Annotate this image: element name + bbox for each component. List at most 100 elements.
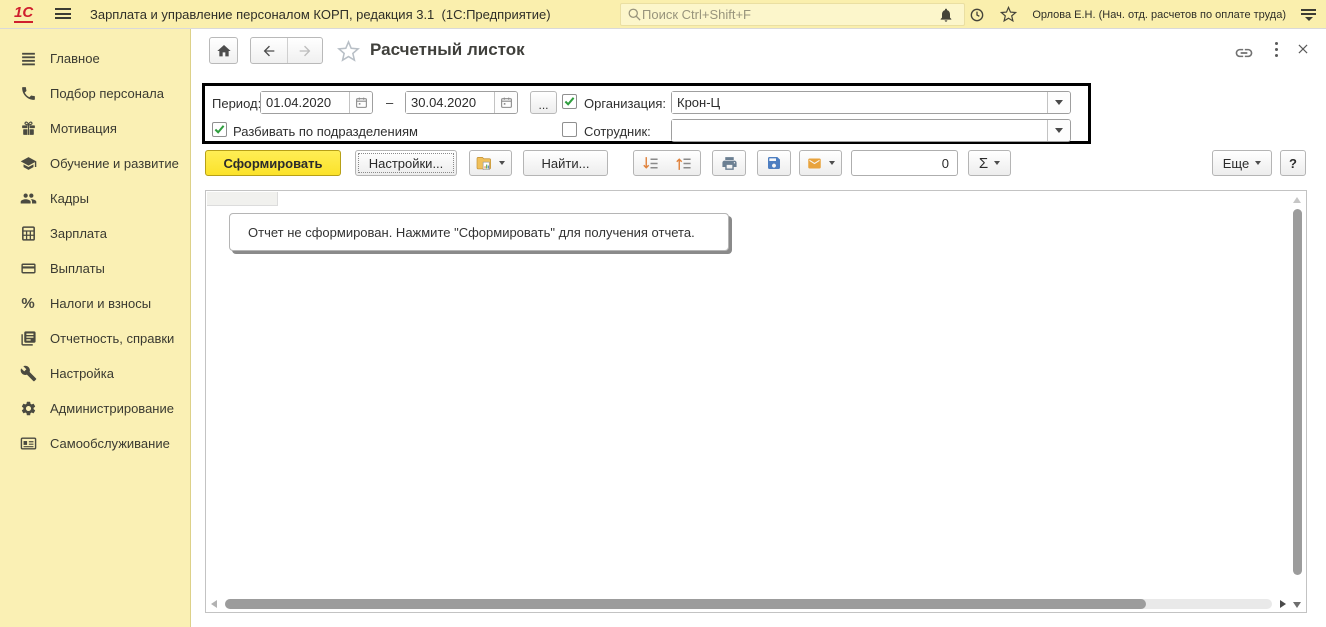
split-by-departments-checkbox[interactable] (212, 122, 227, 137)
horizontal-scrollbar[interactable] (209, 598, 1288, 610)
employee-combobox (671, 119, 1071, 142)
vertical-scrollbar[interactable] (1291, 193, 1304, 610)
bell-icon[interactable] (938, 7, 954, 23)
generate-button[interactable]: Сформировать (205, 150, 341, 176)
chevron-down-icon[interactable] (1047, 92, 1070, 113)
sidebar-item-obuchenie[interactable]: Обучение и развитие (0, 146, 190, 181)
period-to-input[interactable] (406, 92, 494, 113)
save-button[interactable] (757, 150, 791, 176)
favorites-star-icon[interactable] (1000, 6, 1017, 23)
star-outline-icon[interactable] (337, 40, 360, 63)
scroll-left-arrow-icon[interactable] (211, 600, 217, 608)
choose-period-button[interactable]: ... (530, 91, 557, 114)
horizontal-scroll-thumb[interactable] (225, 599, 1146, 609)
employee-checkbox[interactable] (562, 122, 577, 137)
more-button-label: Еще (1223, 156, 1249, 171)
expand-levels-icon (675, 155, 692, 172)
sidebar-item-glavnoe[interactable]: Главное (0, 41, 190, 76)
sidebar-item-otchetnost[interactable]: Отчетность, справки (0, 321, 190, 356)
people-icon (18, 190, 38, 207)
help-button[interactable]: ? (1280, 150, 1306, 176)
employee-input[interactable] (672, 120, 1047, 141)
range-dash: – (386, 95, 393, 110)
vertical-scroll-thumb[interactable] (1293, 209, 1302, 575)
sidebar-item-zarplata[interactable]: Зарплата (0, 216, 190, 251)
percent-icon: % (18, 295, 38, 312)
global-search[interactable] (620, 3, 965, 26)
sidebar-item-administrirovanie[interactable]: Администрирование (0, 391, 190, 426)
link-icon[interactable] (1234, 43, 1254, 63)
scroll-down-arrow-icon[interactable] (1293, 602, 1301, 608)
main-menu-icon[interactable] (55, 8, 71, 21)
collapse-levels-button[interactable] (633, 150, 668, 176)
forward-button[interactable] (287, 38, 323, 63)
phone-icon (18, 85, 38, 102)
row-counter-input[interactable] (852, 151, 957, 175)
sidebar-item-kadry[interactable]: Кадры (0, 181, 190, 216)
chevron-down-icon (994, 161, 1000, 165)
graduation-cap-icon (18, 155, 38, 172)
chevron-down-icon (829, 161, 835, 165)
sidebar-item-label: Настройка (50, 366, 114, 381)
organization-input[interactable] (672, 92, 1047, 113)
chevron-down-icon[interactable] (1047, 120, 1070, 141)
settings-button[interactable]: Настройки... (355, 150, 457, 176)
sidebar-item-motivatsiya[interactable]: Мотивация (0, 111, 190, 146)
documents-icon (18, 330, 38, 347)
period-from-input[interactable] (261, 92, 349, 113)
calendar-icon[interactable] (349, 92, 372, 113)
sidebar-item-nastroyka[interactable]: Настройка (0, 356, 190, 391)
organization-checkbox[interactable] (562, 94, 577, 109)
forward-arrow-icon (297, 43, 313, 59)
scroll-right-arrow-icon[interactable] (1280, 600, 1286, 608)
sidebar-item-podbor-personala[interactable]: Подбор персонала (0, 76, 190, 111)
sidebar-item-nalogi[interactable]: % Налоги и взносы (0, 286, 190, 321)
sigma-icon: Σ (979, 155, 988, 172)
sum-button[interactable]: Σ (968, 150, 1011, 176)
collapse-levels-icon (642, 155, 659, 172)
expand-levels-button[interactable] (667, 150, 701, 176)
sidebar-item-label: Обучение и развитие (50, 156, 179, 171)
chevron-down-icon (1255, 161, 1261, 165)
calculator-grid-icon (18, 225, 38, 242)
row-counter-field (851, 150, 958, 176)
report-variants-button[interactable] (469, 150, 512, 176)
search-input[interactable] (642, 7, 958, 22)
check-icon (564, 96, 575, 107)
home-icon (216, 43, 232, 59)
find-button[interactable]: Найти... (523, 150, 608, 176)
close-icon[interactable] (1296, 42, 1310, 56)
sidebar-item-label: Главное (50, 51, 100, 66)
check-icon (214, 124, 225, 135)
report-empty-message: Отчет не сформирован. Нажмите "Сформиров… (229, 213, 729, 251)
report-area: Отчет не сформирован. Нажмите "Сформиров… (205, 190, 1307, 613)
sidebar-item-label: Подбор персонала (50, 86, 164, 101)
service-menu-icon[interactable] (1301, 9, 1316, 21)
printer-icon (721, 155, 738, 172)
email-button[interactable] (799, 150, 842, 176)
history-icon[interactable] (969, 7, 985, 23)
more-button[interactable]: Еще (1212, 150, 1272, 176)
scroll-up-arrow-icon[interactable] (1293, 197, 1301, 203)
sidebar-item-label: Администрирование (50, 401, 174, 416)
email-icon (806, 156, 823, 171)
horizontal-scroll-track[interactable] (225, 599, 1272, 609)
sidebar: Главное Подбор персонала Мотивация Обуче… (0, 29, 191, 627)
credit-card-icon (18, 260, 38, 277)
period-label: Период: (212, 96, 261, 111)
employee-label: Сотрудник: (584, 124, 651, 139)
1c-logo: 1С (14, 4, 33, 23)
current-user[interactable]: Орлова Е.Н. (Нач. отд. расчетов по оплат… (1032, 9, 1286, 21)
sidebar-item-vyplaty[interactable]: Выплаты (0, 251, 190, 286)
sidebar-item-samoobsluzhivanie[interactable]: Самообслуживание (0, 426, 190, 461)
home-button[interactable] (209, 37, 238, 64)
sidebar-item-label: Налоги и взносы (50, 296, 151, 311)
back-button[interactable] (251, 38, 287, 63)
kebab-menu-icon[interactable] (1274, 42, 1278, 57)
page-title: Расчетный листок (370, 40, 525, 60)
organization-combobox (671, 91, 1071, 114)
spreadsheet-corner-cell (207, 192, 278, 206)
print-button[interactable] (712, 150, 746, 176)
calendar-icon[interactable] (494, 92, 517, 113)
sidebar-item-label: Зарплата (50, 226, 107, 241)
